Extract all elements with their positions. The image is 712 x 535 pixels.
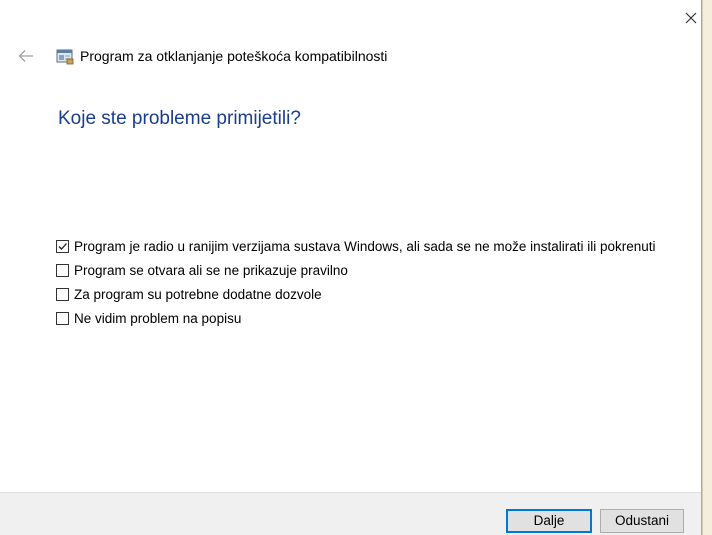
window-title: Program za otklanjanje poteškoća kompati…: [80, 48, 388, 64]
compatibility-troubleshooter-icon: [56, 49, 74, 65]
back-button[interactable]: [18, 49, 34, 63]
cancel-button[interactable]: Odustani: [600, 509, 684, 533]
option-checkbox[interactable]: [56, 240, 69, 253]
option-label[interactable]: Program se otvara ali se ne prikazuje pr…: [74, 262, 674, 279]
troubleshooter-window: Program za otklanjanje poteškoća kompati…: [0, 0, 702, 535]
close-button[interactable]: [680, 8, 702, 30]
option-checkbox[interactable]: [56, 288, 69, 301]
option-item[interactable]: Ne vidim problem na popisu: [56, 310, 696, 327]
checkmark-icon: [58, 243, 67, 250]
background-window-edge: [702, 0, 712, 535]
option-label[interactable]: Za program su potrebne dodatne dozvole: [74, 286, 674, 303]
close-icon: [685, 12, 697, 24]
title-row: Program za otklanjanje poteškoća kompati…: [0, 38, 700, 74]
option-item[interactable]: Program se otvara ali se ne prikazuje pr…: [56, 262, 696, 279]
option-label[interactable]: Program je radio u ranijim verzijama sus…: [74, 238, 674, 255]
option-item[interactable]: Za program su potrebne dodatne dozvole: [56, 286, 696, 303]
back-arrow-icon: [18, 50, 33, 62]
page-heading: Koje ste probleme primijetili?: [58, 108, 301, 129]
option-checkbox[interactable]: [56, 264, 69, 277]
button-bar: Dalje Odustani: [0, 492, 701, 535]
next-button[interactable]: Dalje: [506, 509, 592, 533]
option-label[interactable]: Ne vidim problem na popisu: [74, 310, 674, 327]
problem-options-list: Program je radio u ranijim verzijama sus…: [56, 238, 696, 334]
option-checkbox[interactable]: [56, 312, 69, 325]
screen: Program za otklanjanje poteškoća kompati…: [0, 0, 712, 535]
option-item[interactable]: Program je radio u ranijim verzijama sus…: [56, 238, 696, 255]
